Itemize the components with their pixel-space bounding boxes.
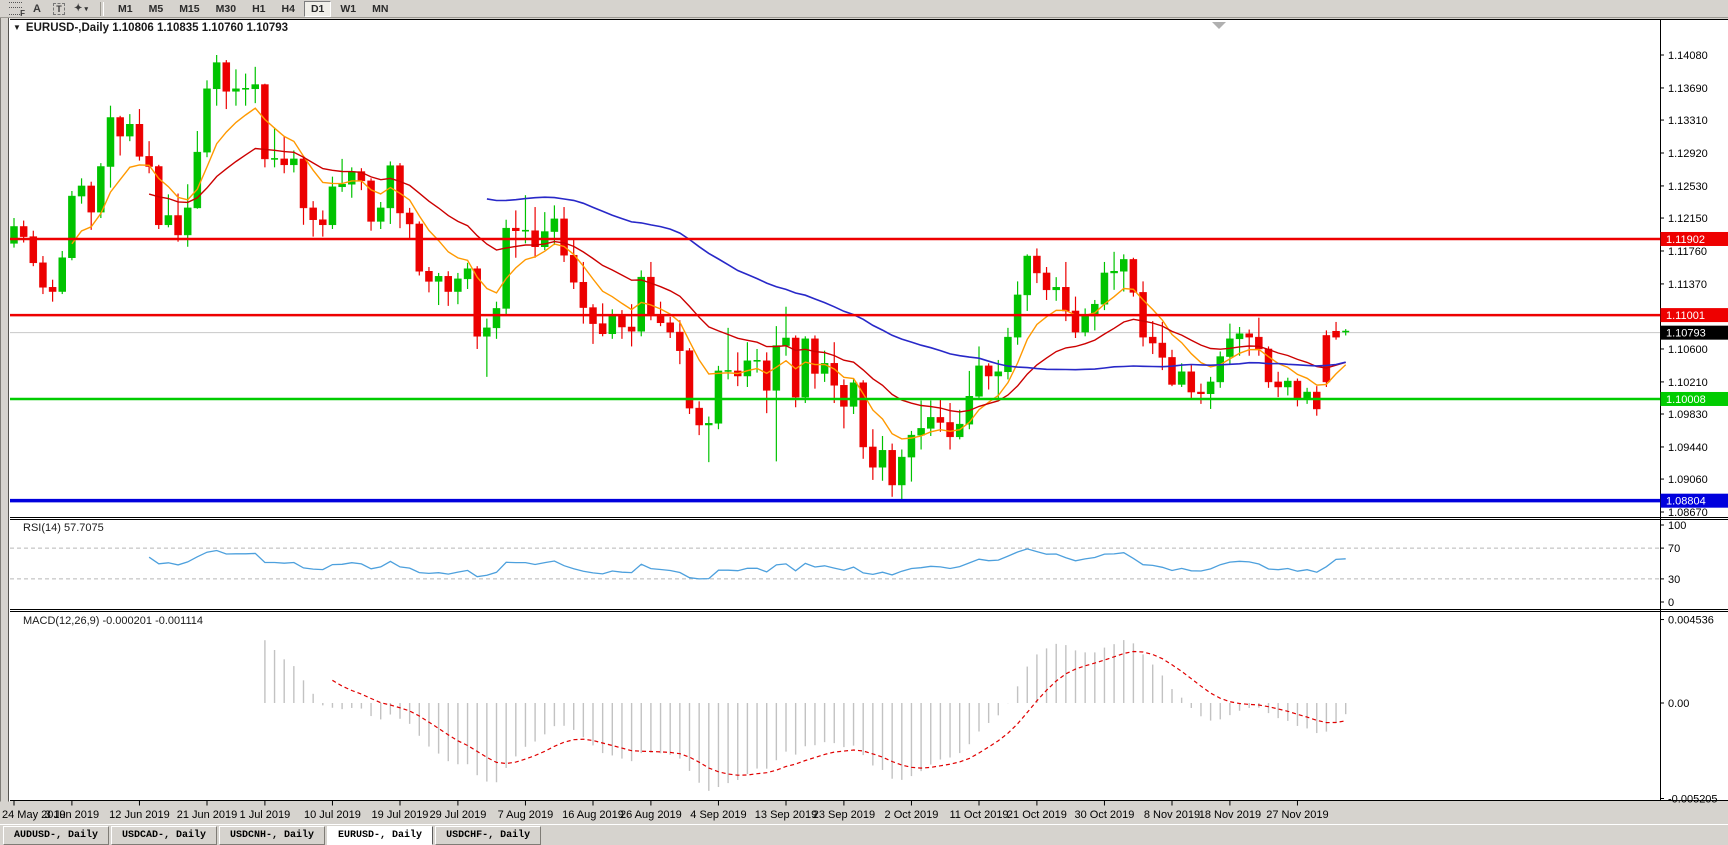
price-axis-label: 1.14080: [1668, 50, 1708, 62]
fibonacci-icon[interactable]: F: [6, 2, 24, 16]
macd-indicator-label: MACD(12,26,9) -0.000201 -0.001114: [23, 615, 203, 627]
rsi-axis-label: 30: [1668, 574, 1680, 586]
date-axis-label: 19 Jul 2019: [372, 809, 429, 821]
price-axis-label: 1.12150: [1668, 213, 1708, 225]
date-axis-label: 1 Jul 2019: [240, 809, 291, 821]
price-axis-label: 1.09060: [1668, 474, 1708, 486]
price-axis-label: 1.10210: [1668, 377, 1708, 389]
date-axis-label: 23 Sep 2019: [813, 809, 875, 821]
price-axis-label: 1.12530: [1668, 181, 1708, 193]
symbol-tab-eurusd[interactable]: EURUSD-, Daily: [327, 826, 433, 845]
macd-axis-label: 0.004536: [1668, 615, 1714, 627]
date-axis-label: 8 Nov 2019: [1144, 809, 1200, 821]
date-axis-label: 11 Oct 2019: [949, 809, 1008, 821]
symbol-tab-usdcad[interactable]: USDCAD-, Daily: [111, 826, 217, 845]
timeframe-button-h4[interactable]: H4: [275, 1, 302, 17]
svg-text:1.08804: 1.08804: [1666, 496, 1706, 508]
symbol-tab-usdchf[interactable]: USDCHF-, Daily: [435, 826, 541, 845]
timeframe-button-h1[interactable]: H1: [245, 1, 272, 17]
text-label-icon[interactable]: T: [50, 2, 68, 16]
date-axis-label: 30 Oct 2019: [1074, 809, 1134, 821]
rsi-axis-label: 70: [1668, 543, 1680, 555]
timeframe-button-m15[interactable]: M15: [172, 1, 206, 17]
date-axis-label: 12 Jun 2019: [109, 809, 170, 821]
date-axis-label: 3 Jun 2019: [45, 809, 99, 821]
price-tag-1.10008[interactable]: 1.10008: [1661, 392, 1728, 406]
toolbar: FAT ✦▾ M1M5M15M30H1H4D1W1MN: [0, 0, 1728, 18]
date-axis-label: 26 Aug 2019: [620, 809, 682, 821]
timeframe-button-d1[interactable]: D1: [304, 1, 331, 17]
svg-text:1.11001: 1.11001: [1666, 310, 1705, 322]
symbol-tab-audusd[interactable]: AUDUSD-, Daily: [3, 826, 109, 845]
date-axis-label: 7 Aug 2019: [498, 809, 554, 821]
chart-dropdown-icon[interactable]: ▼: [13, 23, 21, 32]
macd-axis-label: -0.005205: [1668, 794, 1718, 806]
price-tag-1.08804[interactable]: 1.08804: [1661, 494, 1728, 508]
price-axis-label: 1.11370: [1668, 279, 1707, 291]
date-axis-label: 27 Nov 2019: [1266, 809, 1328, 821]
price-tag-1.10793[interactable]: 1.10793: [1661, 326, 1728, 340]
date-axis-label: 21 Oct 2019: [1007, 809, 1067, 821]
date-axis-label: 10 Jul 2019: [304, 809, 361, 821]
svg-text:1.11902: 1.11902: [1666, 234, 1705, 246]
toolbar-separator: [100, 2, 104, 16]
timeframe-button-m1[interactable]: M1: [111, 1, 140, 17]
chart-window: ▼ EURUSD-,Daily 1.10806 1.10835 1.10760 1…: [0, 18, 1728, 824]
text-icon[interactable]: A: [28, 2, 46, 16]
date-axis-label: 29 Jul 2019: [429, 809, 486, 821]
chart-title: ▼ EURUSD-,Daily 1.10806 1.10835 1.10760 1…: [13, 22, 288, 34]
svg-text:1.10008: 1.10008: [1666, 394, 1706, 406]
date-axis-label: 4 Sep 2019: [690, 809, 746, 821]
price-axis-label: 1.11760: [1668, 246, 1707, 258]
symbol-tab-usdcnh[interactable]: USDCNH-, Daily: [219, 826, 325, 845]
chart-canvas[interactable]: 1.14080 1.13690 1.13310 1.12920 1.12530 1.121…: [0, 18, 1728, 824]
timeframe-button-w1[interactable]: W1: [333, 1, 363, 17]
symbol-tab-bar: AUDUSD-, Daily USDCAD-, Daily USDCNH-, D…: [0, 824, 1728, 845]
svg-text:1.10793: 1.10793: [1666, 328, 1706, 340]
timeframe-button-m5[interactable]: M5: [142, 1, 171, 17]
macd-axis-label: 0.00: [1668, 698, 1689, 710]
arrows-icon[interactable]: ✦▾: [72, 2, 90, 16]
price-axis-label: 1.12920: [1668, 148, 1708, 160]
rsi-axis-label: 100: [1668, 520, 1686, 532]
price-axis-label: 1.13310: [1668, 115, 1708, 127]
price-axis-label: 1.13690: [1668, 83, 1708, 95]
price-axis-label: 1.09830: [1668, 409, 1708, 421]
dropdown-caret-icon: ▾: [84, 5, 88, 13]
price-axis-label: 1.09440: [1668, 442, 1708, 454]
date-axis-label: 13 Sep 2019: [755, 809, 817, 821]
chart-title-text: EURUSD-,Daily 1.10806 1.10835 1.10760 1.…: [26, 22, 288, 34]
timeframe-button-mn[interactable]: MN: [365, 1, 395, 17]
date-axis-label: 16 Aug 2019: [562, 809, 624, 821]
date-axis-label: 2 Oct 2019: [885, 809, 939, 821]
date-axis-label: 21 Jun 2019: [177, 809, 238, 821]
price-tag-1.11001[interactable]: 1.11001: [1661, 308, 1728, 322]
price-axis-label: 1.10600: [1668, 344, 1708, 356]
date-axis-label: 18 Nov 2019: [1199, 809, 1261, 821]
price-tag-1.11902[interactable]: 1.11902: [1661, 232, 1728, 246]
price-axis-label: 1.08670: [1668, 507, 1708, 519]
timeframe-button-m30[interactable]: M30: [209, 1, 243, 17]
rsi-indicator-label: RSI(14) 57.7075: [23, 522, 104, 534]
rsi-axis-label: 0: [1668, 597, 1674, 609]
